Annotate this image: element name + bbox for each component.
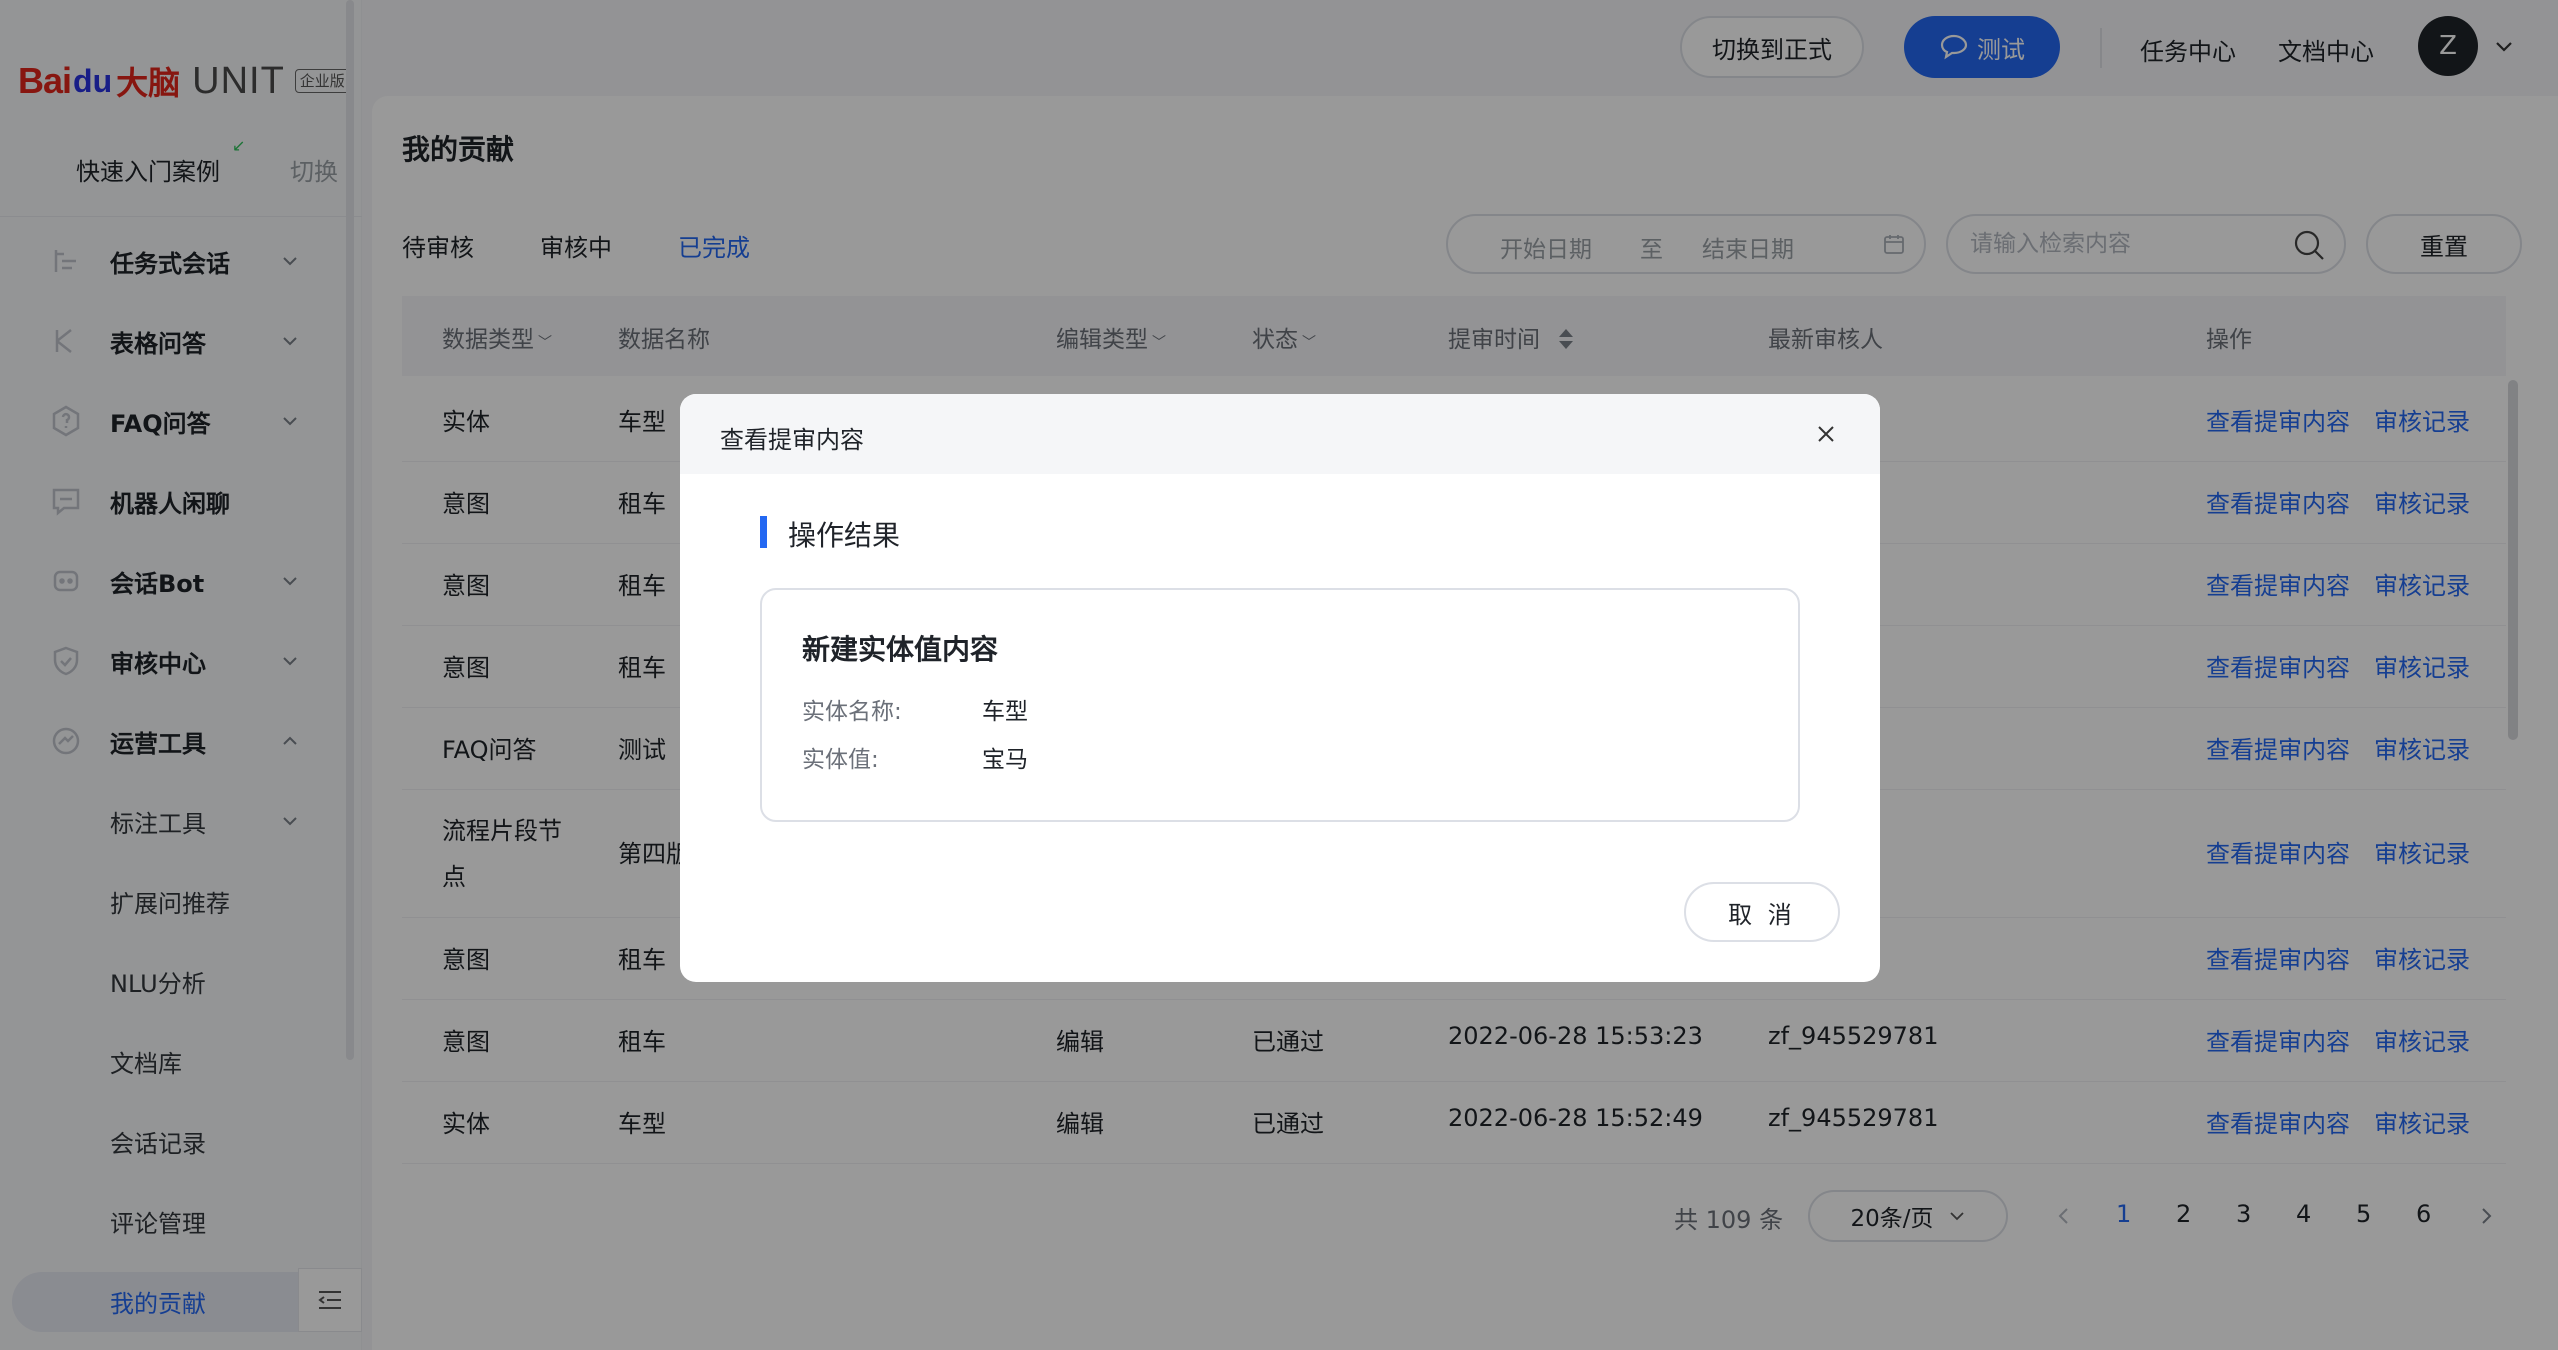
cancel-button[interactable]: 取 消	[1684, 882, 1840, 942]
section-title: 操作结果	[788, 519, 901, 552]
close-icon[interactable]	[1812, 420, 1840, 448]
view-submission-modal: 查看提审内容 操作结果 新建实体值内容 实体名称: 车型 实体值: 宝马 取 消	[680, 394, 1880, 982]
entity-value-value: 宝马	[982, 747, 1028, 773]
entity-name-value: 车型	[982, 699, 1028, 725]
entity-value-label: 实体值:	[802, 747, 879, 773]
modal-title: 查看提审内容	[720, 426, 864, 454]
section-accent-bar	[760, 516, 767, 548]
result-card: 新建实体值内容 实体名称: 车型 实体值: 宝马	[760, 588, 1800, 822]
entity-name-label: 实体名称:	[802, 699, 902, 725]
card-title: 新建实体值内容	[802, 633, 999, 666]
